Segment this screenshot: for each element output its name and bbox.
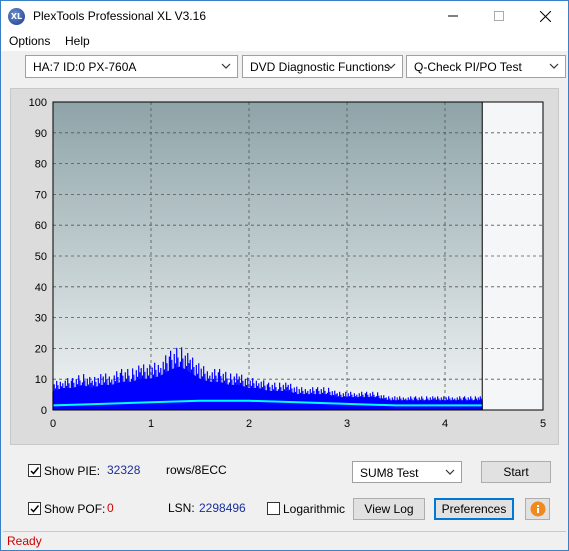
chevron-down-icon — [386, 63, 396, 69]
x-tick-label: 4 — [442, 418, 448, 430]
maximize-button[interactable] — [476, 1, 522, 31]
function-select-value: DVD Diagnostic Functions — [250, 60, 391, 74]
status-text: Ready — [7, 534, 42, 548]
test-select[interactable]: Q-Check PI/PO Test — [406, 55, 566, 78]
close-button[interactable] — [522, 1, 568, 31]
y-tick-label: 60 — [35, 220, 47, 232]
y-tick-label: 10 — [35, 374, 47, 386]
app-logo-icon: XL — [8, 8, 25, 25]
x-tick-label: 5 — [540, 418, 546, 430]
view-log-button[interactable]: View Log — [353, 498, 425, 520]
show-pie-label: Show PIE: — [44, 464, 101, 478]
sum-test-select[interactable]: SUM8 Test — [352, 461, 462, 483]
x-tick-label: 0 — [50, 418, 56, 430]
status-bar: Ready — [3, 531, 566, 549]
pof-value: 0 — [107, 501, 114, 515]
sum-test-value: SUM8 Test — [360, 466, 419, 480]
y-tick-label: 50 — [35, 251, 47, 263]
lsn-value: 2298496 — [199, 501, 246, 515]
lsn-label: LSN: — [168, 501, 195, 515]
info-icon — [530, 501, 545, 517]
y-tick-label: 100 — [29, 97, 47, 109]
function-select[interactable]: DVD Diagnostic Functions — [242, 55, 403, 78]
close-icon — [539, 10, 551, 22]
title-bar: XL PlexTools Professional XL V3.16 — [1, 1, 568, 31]
logarithmic-checkbox[interactable] — [267, 502, 280, 515]
info-button[interactable] — [525, 498, 550, 520]
toolbar: HA:7 ID:0 PX-760A DVD Diagnostic Functio… — [1, 51, 568, 82]
y-tick-label: 70 — [35, 189, 47, 201]
checkmark-icon — [30, 505, 40, 513]
menu-options[interactable]: Options — [9, 34, 50, 48]
logarithmic-label: Logarithmic — [283, 502, 346, 516]
x-tick-label: 3 — [344, 418, 350, 430]
y-tick-label: 40 — [35, 282, 47, 294]
x-tick-label: 1 — [148, 418, 154, 430]
menu-bar: Options Help — [1, 31, 568, 51]
graph-panel: 0 10 20 30 40 50 60 70 80 90 100 0 1 2 3 4 5 — [10, 88, 559, 445]
show-pof-label: Show POF: — [44, 502, 106, 516]
y-tick-label: 20 — [35, 343, 47, 355]
pie-value: 32328 — [107, 463, 141, 477]
y-tick-label: 90 — [35, 128, 47, 140]
chevron-down-icon — [549, 63, 559, 69]
app-window: XL PlexTools Professional XL V3.16 Optio… — [0, 0, 569, 551]
x-tick-label: 2 — [246, 418, 252, 430]
y-tick-label: 0 — [41, 405, 47, 417]
preferences-button[interactable]: Preferences — [434, 498, 514, 520]
menu-help[interactable]: Help — [65, 34, 90, 48]
chevron-down-icon — [445, 469, 455, 475]
chevron-down-icon — [221, 63, 231, 69]
start-button[interactable]: Start — [481, 461, 551, 483]
minimize-icon — [448, 15, 458, 17]
maximize-icon — [494, 11, 504, 21]
controls-panel: Show PIE: 32328 rows/8ECC SUM8 Test Star… — [10, 451, 559, 526]
drive-select-value: HA:7 ID:0 PX-760A — [33, 60, 137, 74]
rows-label: rows/8ECC — [166, 463, 227, 477]
y-tick-label: 30 — [35, 313, 47, 325]
show-pof-checkbox[interactable] — [28, 502, 41, 515]
show-pie-checkbox[interactable] — [28, 464, 41, 477]
test-select-value: Q-Check PI/PO Test — [414, 60, 522, 74]
drive-select[interactable]: HA:7 ID:0 PX-760A — [25, 55, 238, 78]
pi-po-chart: 0 10 20 30 40 50 60 70 80 90 100 0 1 2 3 4 5 — [29, 97, 546, 430]
y-tick-label: 80 — [35, 159, 47, 171]
checkmark-icon — [30, 467, 40, 475]
window-title: PlexTools Professional XL V3.16 — [33, 9, 206, 23]
minimize-button[interactable] — [430, 1, 476, 31]
